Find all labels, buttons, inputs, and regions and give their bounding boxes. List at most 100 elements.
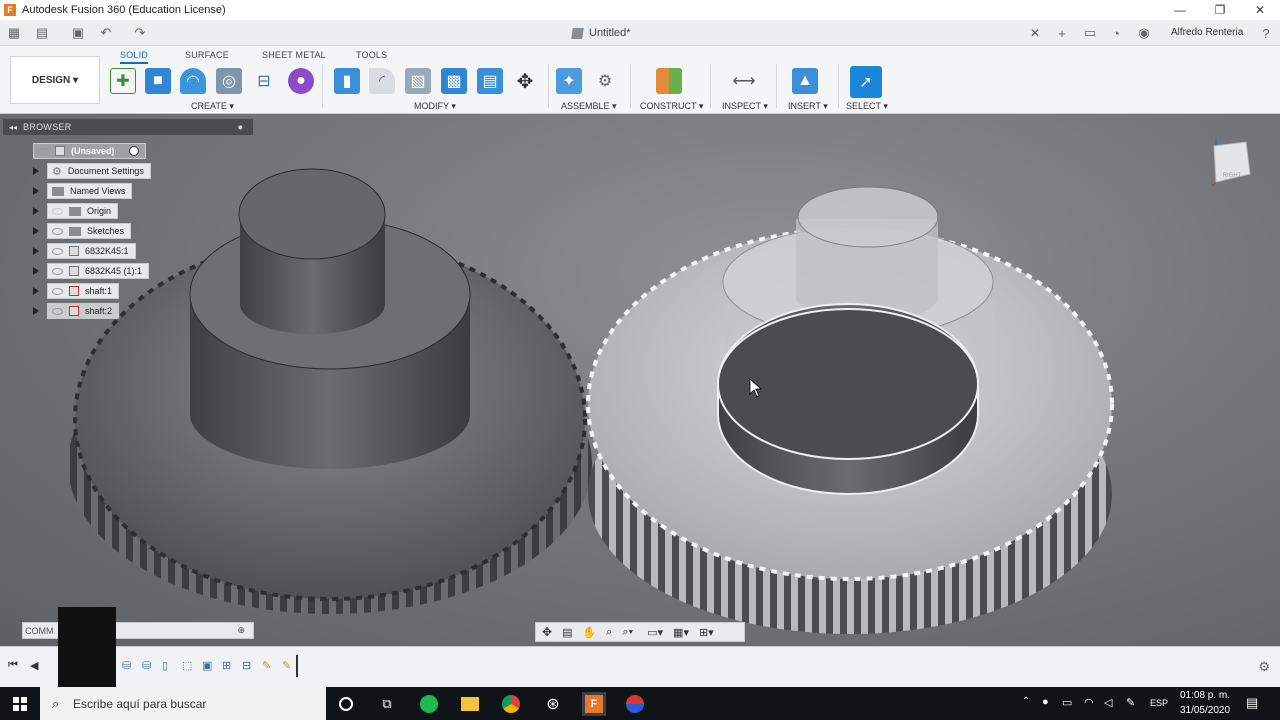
expand-arrow-icon[interactable] <box>33 167 39 175</box>
tree-item-component[interactable]: 6832K45 (1):1 <box>33 263 150 279</box>
expand-arrow-icon[interactable] <box>33 227 39 235</box>
tree-item-named-views[interactable]: Named Views <box>33 183 133 199</box>
tab-sheet-metal[interactable]: SHEET METAL <box>262 50 326 60</box>
timeline-marker[interactable] <box>296 655 298 677</box>
account-icon[interactable]: ◉ <box>1136 25 1152 41</box>
tab-tools[interactable]: TOOLS <box>356 50 387 60</box>
visibility-icon[interactable] <box>52 307 63 315</box>
timeline-joint-icon[interactable]: ✎ <box>262 659 271 672</box>
clock-time[interactable]: 01:08 p. m. <box>1175 690 1235 701</box>
tree-item-sketches[interactable]: Sketches <box>33 223 132 239</box>
insert-image-icon[interactable]: ▲ <box>792 68 818 94</box>
pen-icon[interactable]: ✎ <box>1126 696 1135 709</box>
zoom-window-icon[interactable]: ⌕▾ <box>622 626 633 639</box>
revolve-icon[interactable]: ◠ <box>180 68 206 94</box>
tree-item-document-settings[interactable]: ⚙ Document Settings <box>33 163 151 179</box>
new-tab-icon[interactable]: + <box>1054 25 1070 41</box>
timeline-feature-icon[interactable]: ⬚ <box>182 659 192 672</box>
insert-menu[interactable]: INSERT ▾ <box>788 101 828 112</box>
look-at-icon[interactable]: ▤ <box>562 626 572 639</box>
timeline-joint-icon[interactable]: ✎ <box>282 659 291 672</box>
timeline-settings-icon[interactable]: ⚙ <box>1258 659 1270 675</box>
tab-surface[interactable]: SURFACE <box>185 50 229 60</box>
app-icon[interactable]: ⊛ <box>541 692 565 716</box>
panel-options-icon[interactable]: ● <box>238 122 243 132</box>
tree-item-root[interactable]: (Unsaved) <box>33 143 146 159</box>
shell-icon[interactable]: ▧ <box>405 68 431 94</box>
close-window-button[interactable]: ✕ <box>1240 0 1280 20</box>
chrome-icon[interactable] <box>499 692 523 716</box>
hole-icon[interactable]: ◎ <box>216 68 242 94</box>
collapse-panel-icon[interactable]: ◂◂ <box>9 123 17 132</box>
visibility-icon[interactable] <box>52 267 63 275</box>
clock-date[interactable]: 31/05/2020 <box>1175 705 1235 716</box>
gears-model[interactable] <box>0 114 1280 646</box>
windows-start-icon[interactable] <box>0 687 40 720</box>
new-component-icon[interactable]: ✦ <box>556 68 582 94</box>
tree-item-component[interactable]: shaft:2 <box>33 303 120 319</box>
job-status-icon[interactable]: ◔ <box>1108 25 1124 41</box>
expand-arrow-icon[interactable] <box>33 187 39 195</box>
offset-plane-icon[interactable] <box>656 68 682 94</box>
joint-icon[interactable]: ⚙ <box>592 68 618 94</box>
fillet-icon[interactable]: ◜ <box>369 68 395 94</box>
tree-item-component[interactable]: shaft:1 <box>33 283 120 299</box>
assemble-menu[interactable]: ASSEMBLE ▾ <box>561 101 617 112</box>
visibility-icon[interactable] <box>52 247 63 255</box>
viewports-icon[interactable]: ⊞▾ <box>699 626 714 639</box>
inspect-menu[interactable]: INSPECT ▾ <box>722 101 768 112</box>
undo-icon[interactable]: ↶ <box>98 25 114 41</box>
input-language[interactable]: ESP <box>1150 698 1168 708</box>
minimize-button[interactable]: — <box>1160 0 1200 20</box>
timeline-back-icon[interactable]: ◀ <box>30 659 38 672</box>
task-view-icon[interactable]: ⧉ <box>375 692 399 716</box>
expand-arrow-icon[interactable] <box>33 247 39 255</box>
save-icon[interactable]: ▣ <box>70 25 86 41</box>
visibility-icon[interactable] <box>52 207 63 215</box>
tray-expand-icon[interactable]: ⌃ <box>1022 696 1030 707</box>
left-gear[interactable] <box>68 168 592 614</box>
measure-icon[interactable]: ⟷ <box>731 68 757 94</box>
display-settings-icon[interactable]: ▭▾ <box>647 626 663 639</box>
3d-viewport[interactable] <box>0 114 1280 646</box>
taskbar-search[interactable]: ⌕ Escribe aquí para buscar <box>40 687 326 720</box>
construct-menu[interactable]: CONSTRUCT ▾ <box>640 101 703 112</box>
modify-menu[interactable]: MODIFY ▾ <box>414 101 456 112</box>
battery-icon[interactable]: ▭ <box>1062 696 1072 709</box>
wifi-icon[interactable]: ◠ <box>1084 696 1094 709</box>
pan-icon[interactable]: ✋ <box>582 626 596 639</box>
document-tab[interactable]: Untitled* ✕ <box>560 20 1050 46</box>
right-gear[interactable] <box>586 186 1114 634</box>
timeline-feature-icon[interactable]: ▣ <box>202 659 212 672</box>
create-menu[interactable]: CREATE ▾ <box>191 101 234 112</box>
fusion-taskbar-icon[interactable]: F <box>582 692 606 716</box>
volume-icon[interactable]: ◁ <box>1104 696 1112 709</box>
visibility-icon[interactable] <box>38 147 49 155</box>
tree-item-origin[interactable]: Origin <box>33 203 119 219</box>
timeline-feature-icon[interactable]: ▯ <box>162 659 168 672</box>
browser-panel-header[interactable]: ◂◂ BROWSER ● <box>3 119 253 135</box>
help-icon[interactable]: ? <box>1258 25 1274 41</box>
view-cube[interactable]: RIGHT <box>1211 138 1252 187</box>
press-pull-icon[interactable]: ▮ <box>334 68 360 94</box>
timeline-feature-icon[interactable]: ⊞ <box>222 659 231 672</box>
redo-icon[interactable]: ↷ <box>132 25 148 41</box>
combine-icon[interactable]: ▩ <box>441 68 467 94</box>
close-tab-icon[interactable]: ✕ <box>1030 26 1040 40</box>
zoom-icon[interactable]: ⌕ <box>606 626 612 639</box>
add-comment-icon[interactable]: ⊕ <box>237 625 245 636</box>
app-grid-icon[interactable]: ▦ <box>6 25 22 41</box>
pattern-icon[interactable]: ⊟ <box>251 68 277 94</box>
grid-settings-icon[interactable]: ▦▾ <box>673 626 689 639</box>
tab-solid[interactable]: SOLID <box>120 50 149 64</box>
create-sketch-icon[interactable]: ✚ <box>110 68 136 94</box>
tree-item-component[interactable]: 6832K45:1 <box>33 243 136 259</box>
microphone-icon[interactable]: ● <box>1042 696 1049 708</box>
expand-arrow-icon[interactable] <box>33 207 39 215</box>
notifications-icon[interactable]: ▭ <box>1082 25 1098 41</box>
select-menu[interactable]: SELECT ▾ <box>846 101 888 112</box>
select-icon[interactable]: ➚ <box>850 66 882 98</box>
workspace-selector[interactable]: DESIGN ▾ <box>10 56 100 104</box>
spotify-icon[interactable] <box>417 692 441 716</box>
file-menu-icon[interactable]: ▤ <box>34 25 50 41</box>
